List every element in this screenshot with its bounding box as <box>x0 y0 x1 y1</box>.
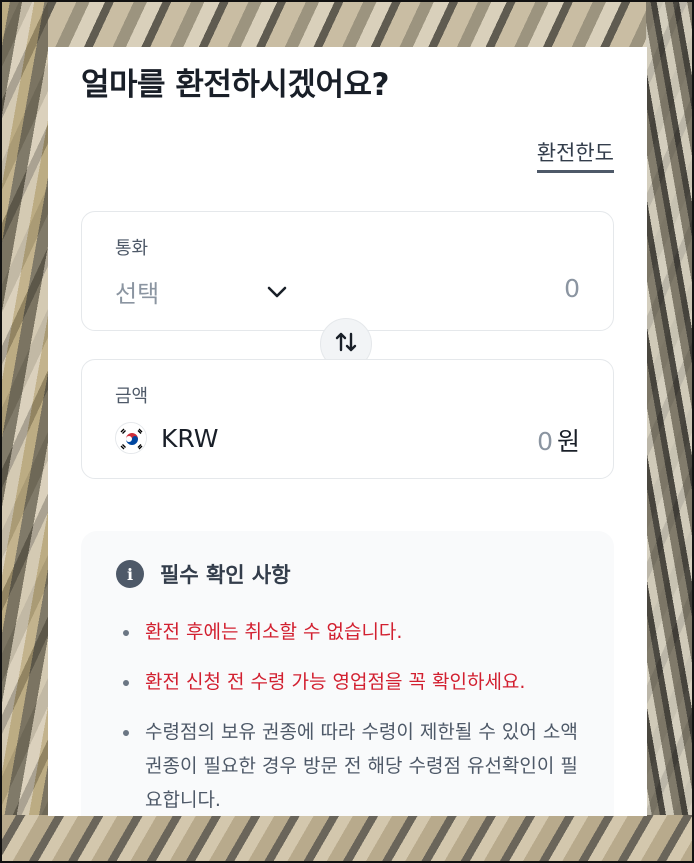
amount-label: 금액 <box>115 386 149 407</box>
page-title: 얼마를 환전하시겠어요? <box>81 67 389 103</box>
krw-currency: KRW <box>115 422 218 454</box>
notice-item-check-branch: 환전 신청 전 수령 가능 영업점을 꼭 확인하세요. <box>119 665 579 699</box>
notice-list: 환전 후에는 취소할 수 없습니다. 환전 신청 전 수령 가능 영업점을 꼭 … <box>119 615 579 816</box>
currency-select[interactable]: 선택 <box>115 274 289 309</box>
currency-select-value: 선택 <box>115 280 160 308</box>
background-banknote-right <box>646 0 694 863</box>
swap-arrows-icon <box>333 329 359 359</box>
krw-amount-value: 0 <box>537 427 553 456</box>
background-banknote-left <box>0 0 48 863</box>
exchange-panel: 얼마를 환전하시겠어요? 환전한도 통화 선택 0 금액 KRW 0 원 i 필… <box>48 47 647 816</box>
exchange-limit-link[interactable]: 환전한도 <box>536 137 614 173</box>
background-banknote-bottom <box>0 815 694 863</box>
notice-title: 필수 확인 사항 <box>160 563 291 587</box>
currency-card: 통화 선택 0 <box>81 211 614 331</box>
notice-item-no-cancel: 환전 후에는 취소할 수 없습니다. <box>119 615 579 649</box>
required-notice-box: i 필수 확인 사항 환전 후에는 취소할 수 없습니다. 환전 신청 전 수령… <box>81 531 614 816</box>
amount-card: 금액 KRW 0 원 <box>81 359 614 479</box>
korea-flag-icon <box>115 422 147 454</box>
notice-header: i 필수 확인 사항 <box>116 559 291 589</box>
info-icon: i <box>116 560 144 588</box>
krw-amount-unit: 원 <box>556 427 580 456</box>
krw-code: KRW <box>161 423 219 453</box>
notice-item-denomination: 수령점의 보유 권종에 따라 수령이 제한될 수 있어 소액권종이 필요한 경우… <box>119 715 579 816</box>
chevron-down-icon <box>265 280 289 304</box>
currency-amount-value[interactable]: 0 <box>564 274 580 303</box>
krw-amount[interactable]: 0 원 <box>537 422 580 458</box>
currency-label: 통화 <box>115 238 149 259</box>
